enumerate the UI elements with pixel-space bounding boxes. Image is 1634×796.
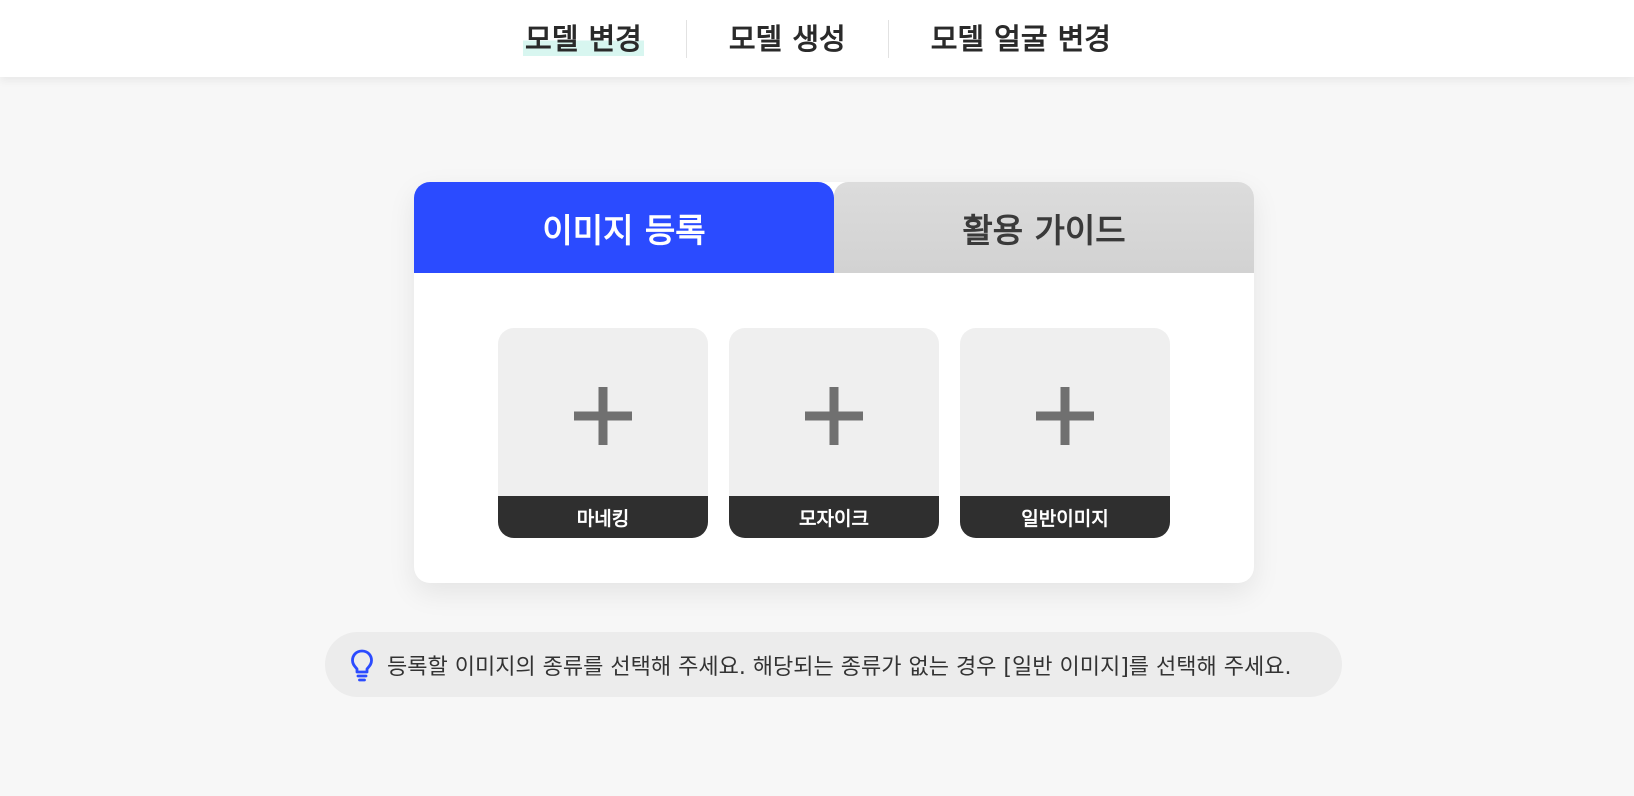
plus-icon xyxy=(805,387,863,445)
card-label: 마네킹 xyxy=(498,496,708,538)
tab-image-register[interactable]: 이미지 등록 xyxy=(414,182,834,273)
card-mannequin[interactable]: 마네킹 xyxy=(498,328,708,538)
panel-tabs: 이미지 등록 활용 가이드 xyxy=(414,182,1254,273)
card-label: 모자이크 xyxy=(729,496,939,538)
image-type-cards: 마네킹 모자이크 일반이미지 xyxy=(498,328,1170,538)
nav-tab-model-create[interactable]: 모델 생성 xyxy=(687,19,888,59)
nav-tab-label: 모델 생성 xyxy=(728,21,846,56)
tab-usage-guide[interactable]: 활용 가이드 xyxy=(834,182,1254,273)
nav-tab-model-face-change[interactable]: 모델 얼굴 변경 xyxy=(889,19,1153,59)
tip-text: 등록할 이미지의 종류를 선택해 주세요. 해당되는 종류가 없는 경우 [일반… xyxy=(387,654,1292,680)
lightbulb-icon xyxy=(351,649,373,681)
plus-icon xyxy=(574,387,632,445)
nav-tab-label: 모델 변경 xyxy=(523,21,644,56)
image-register-panel: 이미지 등록 활용 가이드 마네킹 모자이크 일반이미지 xyxy=(414,182,1254,583)
card-mosaic[interactable]: 모자이크 xyxy=(729,328,939,538)
nav-tab-label: 모델 얼굴 변경 xyxy=(930,21,1111,56)
top-navigation: 모델 변경 모델 생성 모델 얼굴 변경 xyxy=(0,0,1634,77)
card-label: 일반이미지 xyxy=(960,496,1170,538)
plus-icon xyxy=(1036,387,1094,445)
card-general-image[interactable]: 일반이미지 xyxy=(960,328,1170,538)
tip-banner: 등록할 이미지의 종류를 선택해 주세요. 해당되는 종류가 없는 경우 [일반… xyxy=(325,632,1342,697)
nav-tab-model-change[interactable]: 모델 변경 xyxy=(481,19,686,59)
